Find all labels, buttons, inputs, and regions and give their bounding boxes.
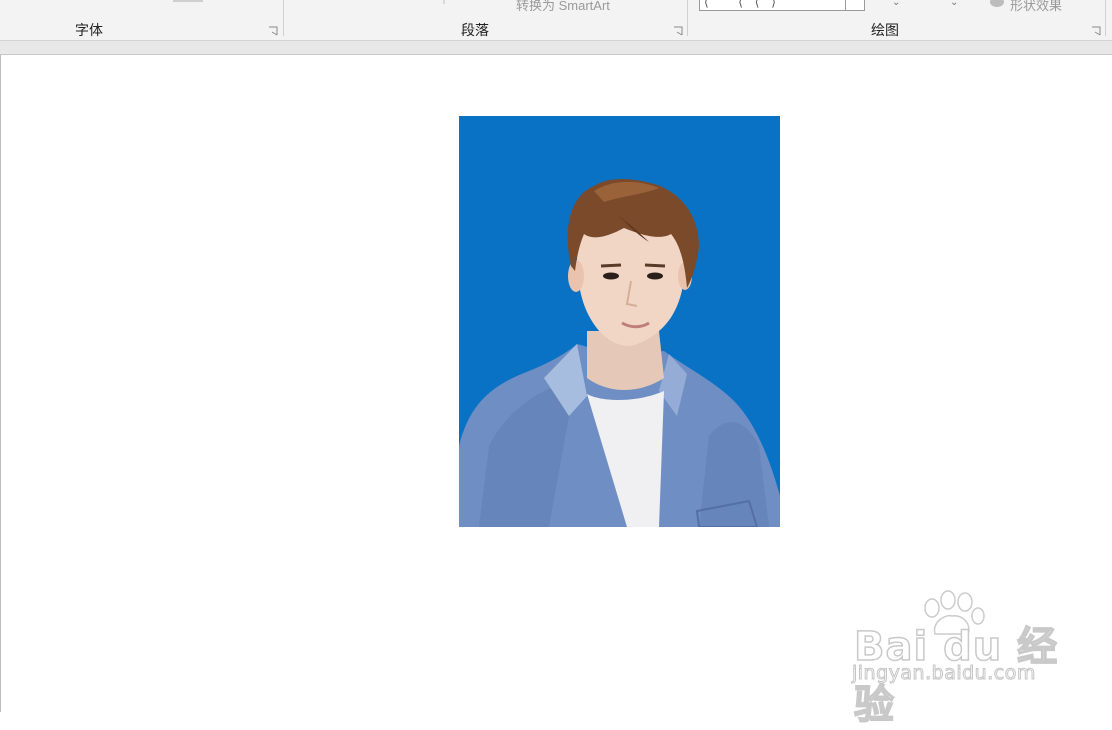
shapes-gallery-items: ⟨ ˅ ⟨ ⟨ ⟩ — [704, 0, 780, 9]
shape-effects-icon — [990, 0, 1004, 7]
drawing-group-label: 绘图 — [871, 23, 899, 39]
shape-effects-command[interactable]: 形状效果 — [1010, 0, 1062, 14]
font-group-label: 字体 — [75, 23, 103, 39]
ribbon-separator — [687, 0, 688, 36]
chevron-down-icon[interactable]: ⌄ — [892, 0, 900, 8]
chevron-down-icon[interactable]: ⌄ — [950, 0, 958, 8]
ribbon-remnant — [443, 0, 445, 4]
ribbon-remnant — [173, 0, 203, 2]
portrait-illustration — [459, 116, 780, 527]
ribbon-separator — [1105, 0, 1106, 36]
shapes-gallery[interactable]: ⟨ ˅ ⟨ ⟨ ⟩ — [699, 0, 847, 11]
paragraph-dialog-launcher-icon[interactable] — [673, 26, 683, 36]
ribbon-separator — [283, 0, 284, 36]
drawing-dialog-launcher-icon[interactable] — [1091, 26, 1101, 36]
ribbon: 字体 转换为 SmartArt 段落 ⟨ ˅ ⟨ ⟨ ⟩ ⌄ ⌄ 形状效果 绘图 — [0, 0, 1112, 40]
watermark-url: jingyan.baidu.com — [852, 662, 1036, 685]
portrait-image[interactable] — [459, 116, 780, 527]
shapes-gallery-scroll[interactable] — [845, 0, 865, 11]
ruler-band — [0, 41, 1112, 54]
paragraph-group-label: 段落 — [461, 23, 489, 39]
document-page-edge — [0, 55, 1, 712]
convert-smartart-command[interactable]: 转换为 SmartArt — [516, 0, 610, 14]
font-dialog-launcher-icon[interactable] — [268, 26, 278, 36]
baidu-jingyan-watermark: Bai du 经验 jingyan.baidu.com — [850, 590, 1060, 729]
